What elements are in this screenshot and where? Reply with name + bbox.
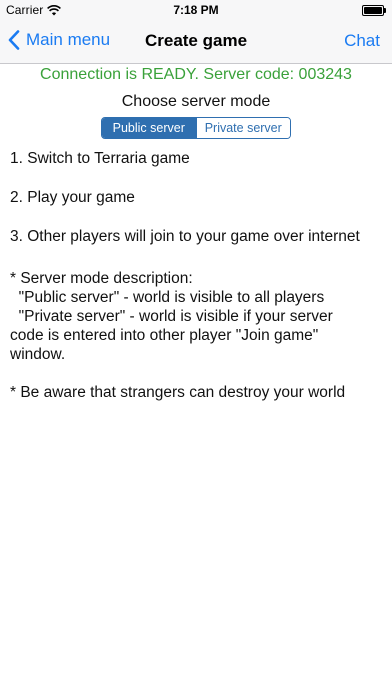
server-mode-heading: Choose server mode	[121, 93, 271, 110]
page-title: Create game	[144, 31, 248, 50]
public-server-segment[interactable]: Public server	[102, 118, 196, 138]
description-line: window.	[10, 346, 66, 363]
warning-text: * Be aware that strangers can destroy yo…	[10, 384, 346, 401]
battery-icon	[362, 5, 386, 16]
description-line: code is entered into other player "Join …	[10, 327, 319, 344]
top-bar: Carrier 7:18 PM Main menu Create game Ch…	[0, 0, 392, 64]
server-mode-description: * Server mode description: "Public serve…	[10, 269, 386, 364]
step-1: 1. Switch to Terraria game	[10, 150, 190, 167]
chat-button[interactable]: Chat	[344, 31, 380, 51]
server-mode-selector: Public server Private server	[101, 117, 291, 139]
description-line: * Server mode description:	[10, 270, 193, 287]
private-server-segment[interactable]: Private server	[195, 118, 290, 138]
nav-bar: Main menu Create game Chat	[0, 20, 392, 64]
description-line: "Private server" - world is visible if y…	[10, 308, 333, 325]
instructions: 1. Switch to Terraria game 2. Play your …	[10, 149, 386, 402]
step-3: 3. Other players will join to your game …	[10, 228, 360, 245]
status-time: 7:18 PM	[173, 3, 219, 17]
step-2: 2. Play your game	[10, 189, 135, 206]
status-bar: Carrier 7:18 PM	[0, 0, 392, 20]
description-line: "Public server" - world is visible to al…	[10, 289, 325, 306]
connection-status: Connection is READY. Server code: 003243	[40, 66, 352, 83]
